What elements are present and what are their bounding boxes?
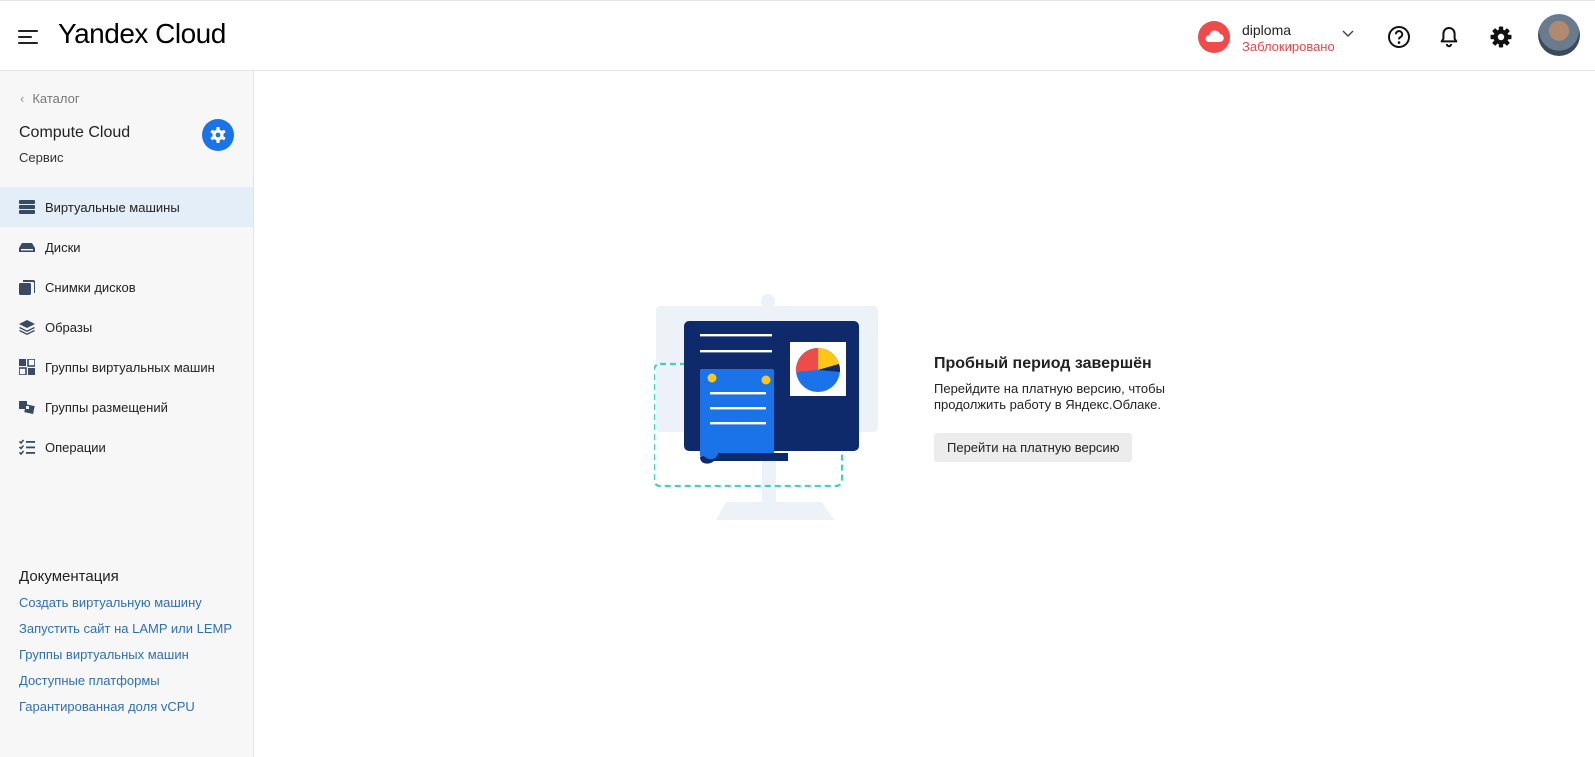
top-bar: Yandex Cloud diploma Заблокировано [0,0,1595,71]
checklist-icon [19,439,35,455]
servers-icon [19,200,35,214]
chevron-left-icon: ‹ [20,91,25,106]
sidebar: ‹ Каталог Compute Cloud Сервис Виртуальны… [0,71,254,757]
main-content: Пробный период завершён Перейдите на пла… [254,71,1595,757]
sidebar-item-disk-snapshots[interactable]: Снимки дисков [0,267,253,307]
sidebar-item-operations[interactable]: Операции [0,427,253,467]
service-subtitle: Сервис [19,150,64,165]
sidebar-nav: Виртуальные машины Диски Снимки дисков О… [0,187,253,467]
account-name: diploma [1242,22,1292,38]
service-title: Compute Cloud [19,124,131,141]
sidebar-item-placement-groups[interactable]: Группы размещений [0,387,253,427]
doc-link-lamp-lemp[interactable]: Запустить сайт на LAMP или LEMP [19,621,239,636]
empty-state-title: Пробный период завершён [934,355,1152,372]
bell-icon[interactable] [1435,23,1463,51]
account-switcher[interactable]: diploma Заблокировано [1198,18,1358,58]
documentation-section: Документация Создать виртуальную машину … [19,568,239,725]
documentation-title: Документация [19,568,119,585]
cloud-icon [1198,21,1230,53]
back-to-catalog-link[interactable]: ‹ Каталог [20,91,80,106]
upgrade-to-paid-button[interactable]: Перейти на платную версию [934,433,1133,462]
avatar[interactable] [1538,14,1580,56]
presentation-board-illustration [654,294,878,520]
empty-state-description: Перейдите на платную версию, чтобы продо… [934,381,1165,412]
layers-icon [19,320,35,335]
disk-icon [19,243,35,252]
gear-icon[interactable] [1487,23,1515,51]
yandex-cloud-logo[interactable]: Yandex Cloud [58,18,226,50]
doc-link-instance-groups[interactable]: Группы виртуальных машин [19,647,239,662]
account-status: Заблокировано [1242,39,1335,54]
help-icon[interactable] [1385,23,1413,51]
sidebar-item-instance-groups[interactable]: Группы виртуальных машин [0,347,253,387]
group-icon [19,359,35,375]
placement-icon [19,401,35,414]
sidebar-item-disks[interactable]: Диски [0,227,253,267]
chevron-down-icon [1342,30,1354,37]
doc-link-create-vm[interactable]: Создать виртуальную машину [19,595,239,610]
sidebar-item-virtual-machines[interactable]: Виртуальные машины [0,187,253,227]
compute-service-icon [202,119,234,151]
menu-icon[interactable] [18,28,40,46]
sidebar-item-images[interactable]: Образы [0,307,253,347]
doc-link-platforms[interactable]: Доступные платформы [19,673,239,688]
snapshot-icon [19,280,35,295]
doc-link-vcpu-share[interactable]: Гарантированная доля vCPU [19,699,239,714]
